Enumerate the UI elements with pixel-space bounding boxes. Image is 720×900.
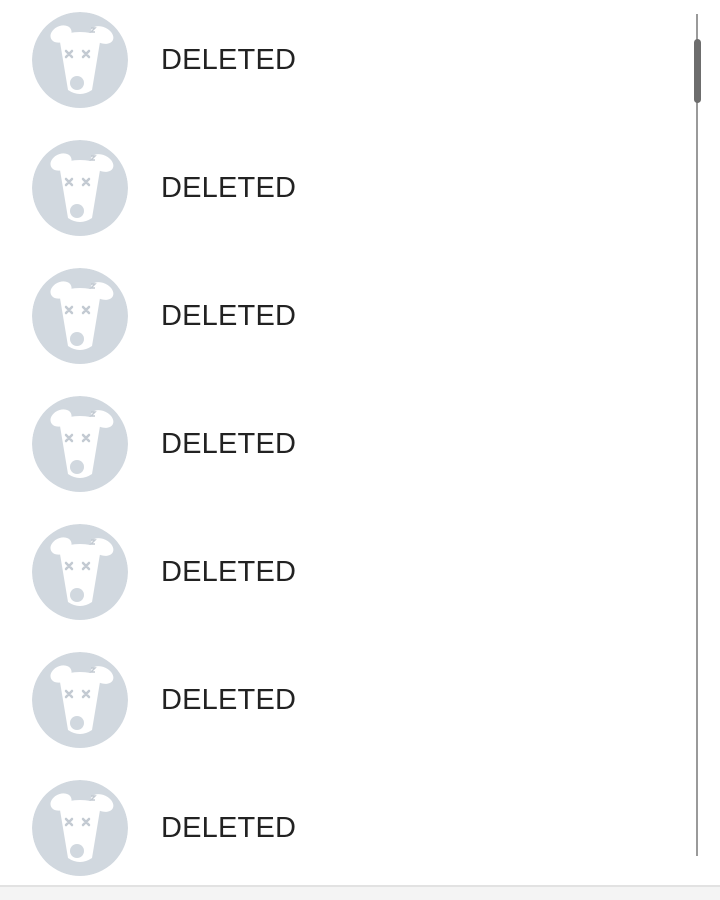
list-item[interactable]: DELETED <box>0 512 696 640</box>
user-name: DELETED <box>161 556 297 588</box>
deleted-user-dog-icon <box>32 12 128 108</box>
avatar[interactable] <box>32 780 128 876</box>
avatar[interactable] <box>32 268 128 364</box>
scrollbar-thumb[interactable] <box>694 39 701 103</box>
avatar[interactable] <box>32 652 128 748</box>
user-list[interactable]: DELETED DELETED DELETED DELETED DELETED … <box>0 0 696 885</box>
deleted-user-dog-icon <box>32 268 128 364</box>
user-name: DELETED <box>161 300 297 332</box>
user-name: DELETED <box>161 684 297 716</box>
deleted-user-dog-icon <box>32 780 128 876</box>
list-item[interactable]: DELETED <box>0 640 696 768</box>
list-item[interactable]: DELETED <box>0 256 696 384</box>
user-name: DELETED <box>161 812 297 844</box>
avatar[interactable] <box>32 140 128 236</box>
bottom-panel-edge <box>0 885 720 900</box>
list-item[interactable]: DELETED <box>0 128 696 256</box>
avatar[interactable] <box>32 396 128 492</box>
user-name: DELETED <box>161 428 297 460</box>
deleted-user-dog-icon <box>32 396 128 492</box>
scrollbar-track[interactable] <box>696 14 698 856</box>
list-item[interactable]: DELETED <box>0 768 696 885</box>
user-name: DELETED <box>161 172 297 204</box>
deleted-user-dog-icon <box>32 140 128 236</box>
user-name: DELETED <box>161 44 297 76</box>
avatar[interactable] <box>32 524 128 620</box>
deleted-user-dog-icon <box>32 524 128 620</box>
deleted-user-dog-icon <box>32 652 128 748</box>
friends-list-screen: DELETED DELETED DELETED DELETED DELETED … <box>0 0 720 900</box>
list-item[interactable]: DELETED <box>0 384 696 512</box>
list-item[interactable]: DELETED <box>0 0 696 128</box>
avatar[interactable] <box>32 12 128 108</box>
